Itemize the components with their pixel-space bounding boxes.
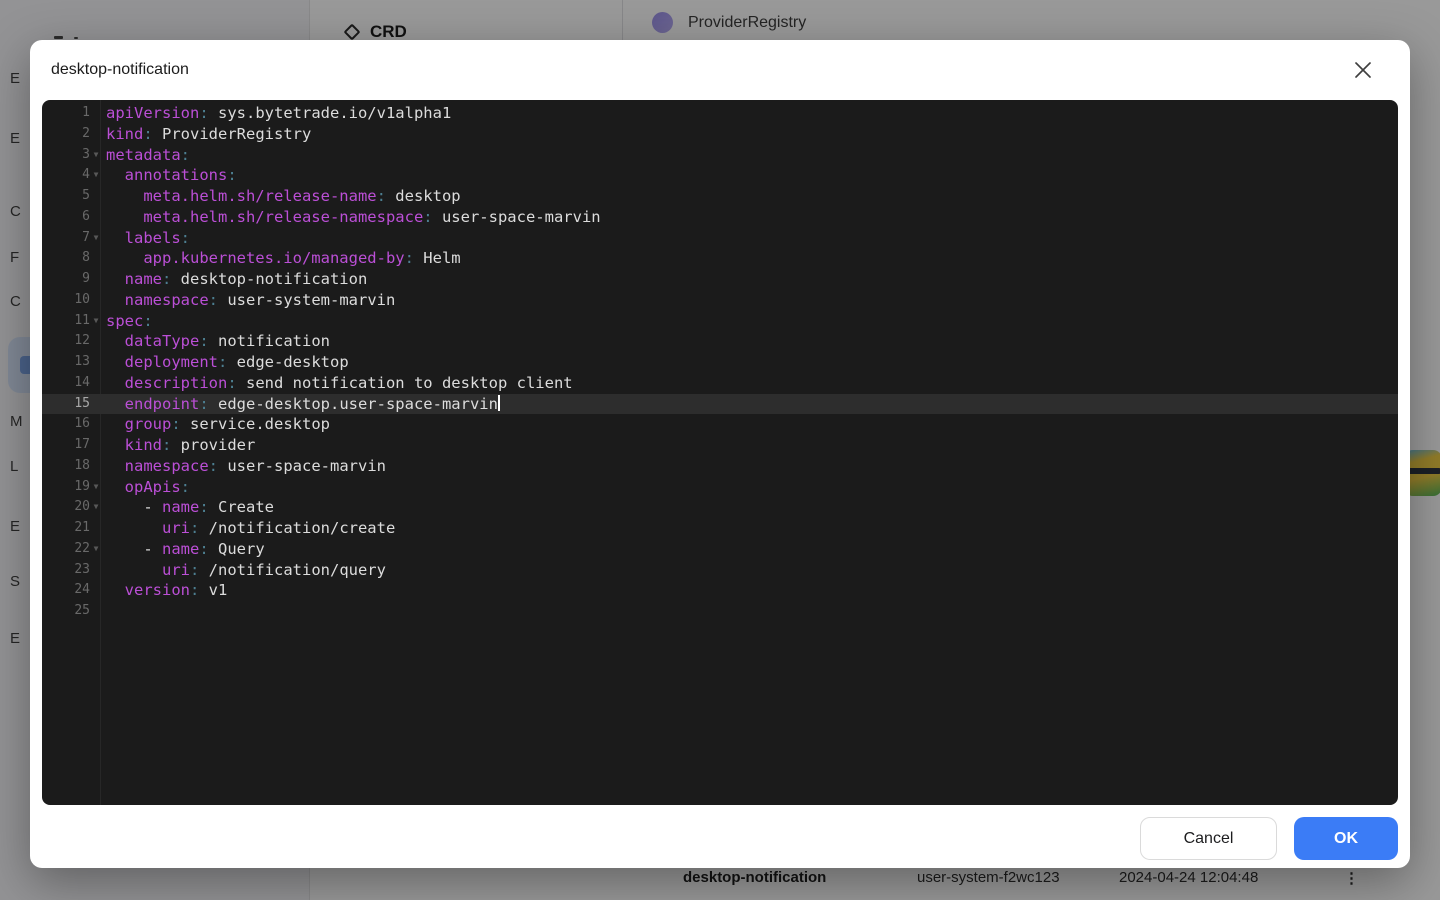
fold-arrow-icon[interactable]: ▼ <box>91 145 101 166</box>
code-line[interactable]: 3▼metadata: <box>42 145 1398 166</box>
code-line[interactable]: 11▼spec: <box>42 311 1398 332</box>
text-cursor <box>498 395 500 411</box>
line-number: 17 <box>42 435 100 456</box>
code-text: version: v1 <box>100 580 227 601</box>
code-line[interactable]: 6 meta.helm.sh/release-namespace: user-s… <box>42 207 1398 228</box>
line-number: 25 <box>42 601 100 622</box>
code-text: uri: /notification/create <box>100 518 395 539</box>
code-line[interactable]: 4▼ annotations: <box>42 165 1398 186</box>
code-text: namespace: user-space-marvin <box>100 456 386 477</box>
dialog-actions: Cancel OK <box>1140 817 1398 860</box>
fold-arrow-icon[interactable]: ▼ <box>91 539 101 560</box>
fold-arrow-icon[interactable]: ▼ <box>91 228 101 249</box>
code-text: kind: provider <box>100 435 255 456</box>
code-text: opApis: <box>100 477 190 498</box>
line-number: 1 <box>42 103 100 124</box>
line-number: 12 <box>42 331 100 352</box>
yaml-editor[interactable]: 1apiVersion: sys.bytetrade.io/v1alpha12k… <box>42 100 1398 805</box>
fold-arrow-icon[interactable]: ▼ <box>91 477 101 498</box>
code-text: deployment: edge-desktop <box>100 352 349 373</box>
code-line[interactable]: 12 dataType: notification <box>42 331 1398 352</box>
dialog-title: desktop-notification <box>51 61 189 79</box>
code-text <box>100 601 106 622</box>
code-line[interactable]: 16 group: service.desktop <box>42 414 1398 435</box>
code-text: description: send notification to deskto… <box>100 373 573 394</box>
code-line[interactable]: 13 deployment: edge-desktop <box>42 352 1398 373</box>
code-line[interactable]: 2kind: ProviderRegistry <box>42 124 1398 145</box>
code-text: spec: <box>100 311 153 332</box>
code-text: - name: Query <box>100 539 265 560</box>
code-line[interactable]: 10 namespace: user-system-marvin <box>42 290 1398 311</box>
code-text: metadata: <box>100 145 190 166</box>
code-line[interactable]: 15 endpoint: edge-desktop.user-space-mar… <box>42 394 1398 415</box>
code-text: dataType: notification <box>100 331 330 352</box>
code-text: - name: Create <box>100 497 274 518</box>
code-line[interactable]: 22▼ - name: Query <box>42 539 1398 560</box>
line-number: 19▼ <box>42 477 100 498</box>
line-number: 8 <box>42 248 100 269</box>
code-line[interactable]: 9 name: desktop-notification <box>42 269 1398 290</box>
code-text: meta.helm.sh/release-name: desktop <box>100 186 461 207</box>
line-number: 4▼ <box>42 165 100 186</box>
code-line[interactable]: 1apiVersion: sys.bytetrade.io/v1alpha1 <box>42 103 1398 124</box>
dialog-header: desktop-notification <box>30 40 1410 100</box>
cancel-button[interactable]: Cancel <box>1140 817 1277 860</box>
code-text: meta.helm.sh/release-namespace: user-spa… <box>100 207 601 228</box>
code-text: apiVersion: sys.bytetrade.io/v1alpha1 <box>100 103 451 124</box>
close-button[interactable] <box>1349 56 1377 84</box>
close-icon <box>1352 59 1374 81</box>
code-text: app.kubernetes.io/managed-by: Helm <box>100 248 461 269</box>
fold-arrow-icon[interactable]: ▼ <box>91 165 101 186</box>
code-line[interactable]: 20▼ - name: Create <box>42 497 1398 518</box>
ok-button[interactable]: OK <box>1294 817 1398 860</box>
line-number: 9 <box>42 269 100 290</box>
code-line[interactable]: 24 version: v1 <box>42 580 1398 601</box>
line-number: 2 <box>42 124 100 145</box>
code-line[interactable]: 21 uri: /notification/create <box>42 518 1398 539</box>
line-number: 11▼ <box>42 311 100 332</box>
code-line[interactable]: 14 description: send notification to des… <box>42 373 1398 394</box>
code-text: namespace: user-system-marvin <box>100 290 395 311</box>
code-text: group: service.desktop <box>100 414 330 435</box>
line-number: 21 <box>42 518 100 539</box>
line-number: 24 <box>42 580 100 601</box>
yaml-edit-dialog: desktop-notification 1apiVersion: sys.by… <box>30 40 1410 868</box>
line-number: 13 <box>42 352 100 373</box>
code-text: endpoint: edge-desktop.user-space-marvin <box>100 394 500 415</box>
fold-arrow-icon[interactable]: ▼ <box>91 311 101 332</box>
fold-arrow-icon[interactable]: ▼ <box>91 497 101 518</box>
code-lines: 1apiVersion: sys.bytetrade.io/v1alpha12k… <box>42 103 1398 622</box>
line-number: 10 <box>42 290 100 311</box>
line-number: 22▼ <box>42 539 100 560</box>
line-number: 5 <box>42 186 100 207</box>
code-line[interactable]: 19▼ opApis: <box>42 477 1398 498</box>
line-number: 14 <box>42 373 100 394</box>
line-number: 16 <box>42 414 100 435</box>
code-text: labels: <box>100 228 190 249</box>
code-line[interactable]: 7▼ labels: <box>42 228 1398 249</box>
line-number: 18 <box>42 456 100 477</box>
code-line[interactable]: 18 namespace: user-space-marvin <box>42 456 1398 477</box>
line-number: 15 <box>42 394 100 415</box>
code-line[interactable]: 23 uri: /notification/query <box>42 560 1398 581</box>
line-number: 20▼ <box>42 497 100 518</box>
code-text: name: desktop-notification <box>100 269 367 290</box>
line-number: 23 <box>42 560 100 581</box>
code-line[interactable]: 5 meta.helm.sh/release-name: desktop <box>42 186 1398 207</box>
code-line[interactable]: 8 app.kubernetes.io/managed-by: Helm <box>42 248 1398 269</box>
code-line[interactable]: 17 kind: provider <box>42 435 1398 456</box>
line-number: 3▼ <box>42 145 100 166</box>
code-text: kind: ProviderRegistry <box>100 124 311 145</box>
line-number: 7▼ <box>42 228 100 249</box>
line-number: 6 <box>42 207 100 228</box>
code-line[interactable]: 25 <box>42 601 1398 622</box>
code-text: uri: /notification/query <box>100 560 386 581</box>
code-text: annotations: <box>100 165 237 186</box>
